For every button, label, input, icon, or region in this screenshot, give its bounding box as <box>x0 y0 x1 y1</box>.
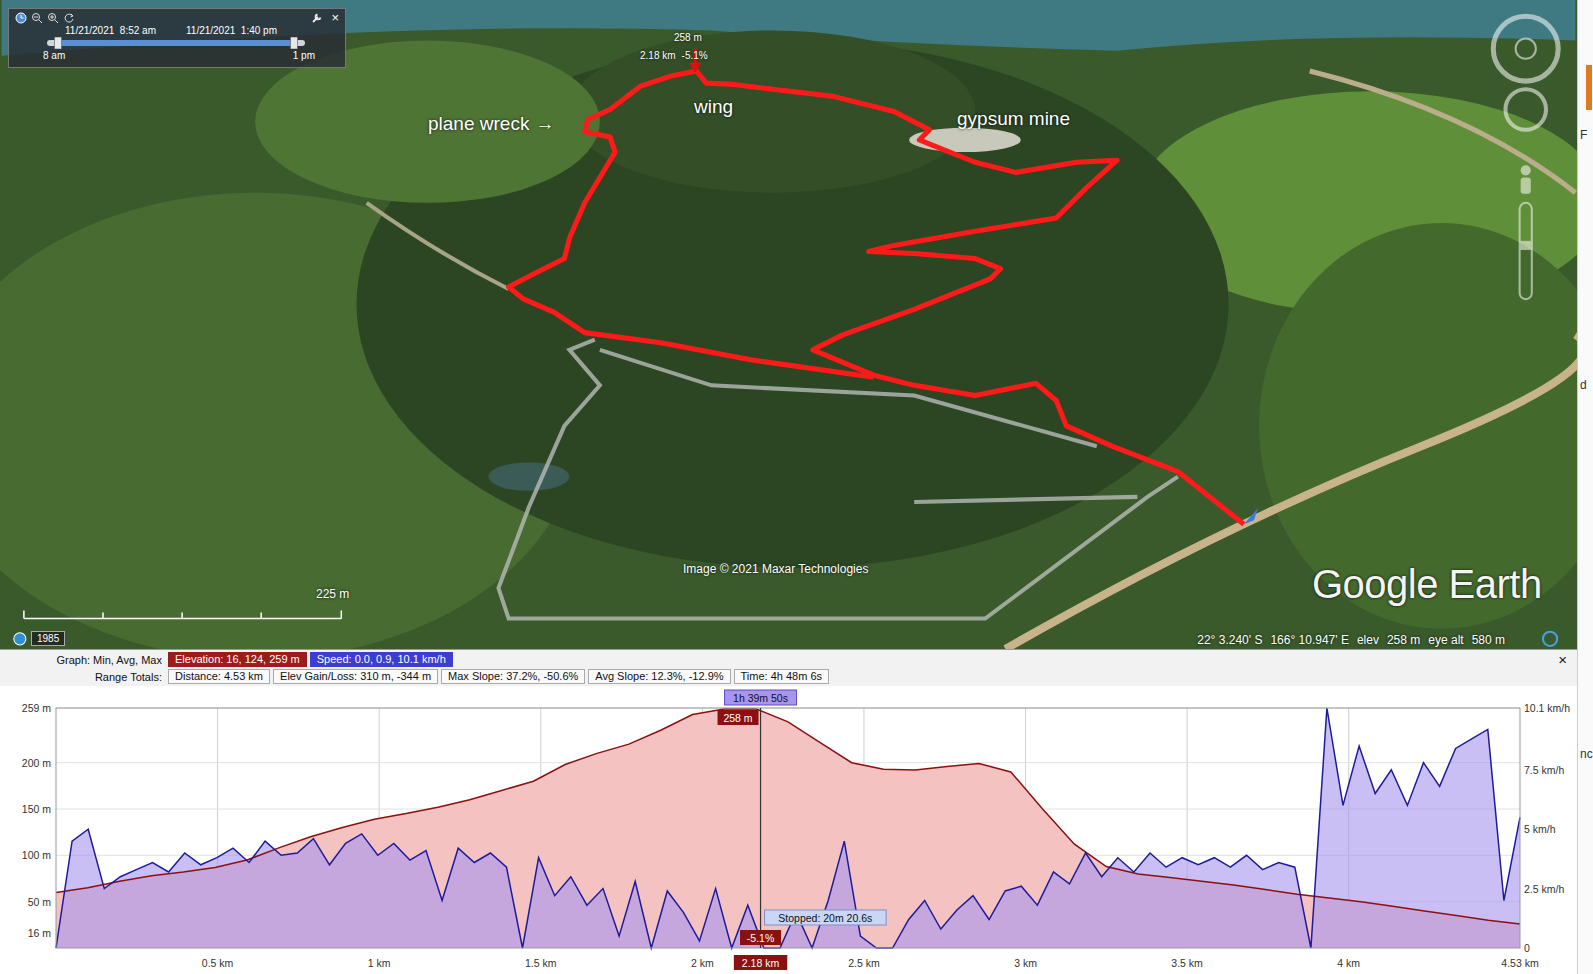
status-item: 258 m <box>1387 633 1420 647</box>
refresh-icon[interactable] <box>63 12 75 24</box>
history-globe-icon[interactable] <box>14 633 26 645</box>
distance-tick: 2.5 km <box>848 957 880 969</box>
status-bar: 22° 3.240' S 166° 10.947' E elev 258 m eye a… <box>1197 633 1505 647</box>
gps-track[interactable] <box>509 71 1244 524</box>
graph-summary-label: Graph: Min, Avg, Max <box>0 654 165 666</box>
speed-tick: 2.5 km/h <box>1524 882 1564 894</box>
google-earth-window: × 11/21/2021 8:52 am 11/21/2021 1:40 pm 8 a… <box>0 0 1577 974</box>
time-end: 11/21/2021 1:40 pm <box>186 25 277 36</box>
background-window-edge: Fd nc <box>1577 0 1593 974</box>
elevation-tick: 50 m <box>28 895 52 907</box>
svg-text:1h 39m 50s: 1h 39m 50s <box>733 691 788 703</box>
scale-bar <box>24 610 341 618</box>
graph-close-button[interactable]: × <box>1554 653 1571 666</box>
annotation-label: plane wreck→ <box>428 113 554 135</box>
start-handle[interactable] <box>55 37 62 49</box>
svg-text:Stopped: 20m 20.6s: Stopped: 20m 20.6s <box>778 911 872 923</box>
cut-off-text: d <box>1578 378 1587 392</box>
time-min-label: 8 am <box>43 50 65 61</box>
cut-off-text: nc <box>1578 747 1593 761</box>
street-view-icon[interactable] <box>1521 165 1531 193</box>
distance-tick: 1 km <box>368 957 391 969</box>
scale-label: 225 m <box>316 587 349 601</box>
distance-tick: 1.5 km <box>525 957 557 969</box>
satellite-terrain <box>0 0 1577 649</box>
track-start-flag-icon <box>1244 508 1258 524</box>
speed-area <box>56 708 1520 948</box>
speed-line <box>56 708 1520 948</box>
compass-icon[interactable] <box>1543 632 1557 646</box>
speed-tick: 5 km/h <box>1524 823 1556 835</box>
chart-cursor[interactable]: 1h 39m 50s 258 m Stopped: 20m 20.6s -5.1% 2.… <box>718 690 887 970</box>
elevation-profile-panel: Graph: Min, Avg, MaxElevation: 16, 124, … <box>0 649 1577 974</box>
annotation-label: wing <box>694 96 739 118</box>
speed-tick: 7.5 km/h <box>1524 764 1564 776</box>
annotation-label: gypsum mine <box>957 108 1076 130</box>
elevation-tick: 150 m <box>22 803 51 815</box>
distance-tick: 4.53 km <box>1501 957 1539 969</box>
elevation-speed-chart[interactable]: 259 m 200 m 150 m 100 m 50 m 16 m 10.1 km/h 7.5… <box>0 686 1577 974</box>
look-control-icon[interactable] <box>1493 16 1558 81</box>
graph-header: Graph: Min, Avg, MaxElevation: 16, 124, … <box>0 650 1577 686</box>
distance-tick: 0.5 km <box>202 957 234 969</box>
range-total: Max Slope: 37.2%, -50.6% <box>441 669 585 684</box>
clock-icon[interactable] <box>15 12 27 24</box>
screen: × 11/21/2021 8:52 am 11/21/2021 1:40 pm 8 a… <box>0 0 1593 974</box>
svg-text:-5.1%: -5.1% <box>747 931 774 943</box>
speed-tick: 0 <box>1524 942 1530 954</box>
elevation-area <box>56 709 1520 948</box>
cut-off-text: F <box>1578 128 1587 142</box>
svg-text:258 m: 258 m <box>723 711 752 723</box>
series-summary[interactable]: Elevation: 16, 124, 259 m <box>168 652 307 667</box>
zoom-slider-icon[interactable] <box>1520 203 1532 299</box>
svg-text:2.18 km: 2.18 km <box>742 956 780 968</box>
zoom-in-icon[interactable] <box>47 12 59 24</box>
wrench-icon[interactable] <box>311 12 323 24</box>
time-max-label: 1 pm <box>293 50 315 61</box>
time-slider-close[interactable]: × <box>331 12 339 24</box>
range-total: Distance: 4.53 km <box>168 669 270 684</box>
imagery-attribution: Image © 2021 Maxar Technologies <box>683 562 868 576</box>
range-totals-label: Range Totals: <box>0 671 165 683</box>
range-total: Avg Slope: 12.3%, -12.9% <box>588 669 730 684</box>
status-item: 580 m <box>1472 633 1505 647</box>
status-item: elev <box>1357 633 1379 647</box>
status-item: eye alt <box>1428 633 1463 647</box>
time-slider[interactable]: × 11/21/2021 8:52 am 11/21/2021 1:40 pm 8 a… <box>8 8 346 68</box>
range-total: Elev Gain/Loss: 310 m, -344 m <box>273 669 438 684</box>
google-earth-logo: Google Earth <box>1312 562 1542 607</box>
distance-tick: 4 km <box>1337 957 1360 969</box>
elevation-tick: 16 m <box>28 927 52 939</box>
distance-tick: 3 km <box>1014 957 1037 969</box>
elevation-tick: 259 m <box>22 702 51 714</box>
zoom-out-icon[interactable] <box>31 12 43 24</box>
time-range-track[interactable] <box>43 37 309 49</box>
series-summary[interactable]: Speed: 0.0, 0.9, 10.1 km/h <box>310 652 453 667</box>
cursor-elevation-label: 258 m <box>674 32 702 43</box>
distance-tick: 2 km <box>691 957 714 969</box>
time-start: 11/21/2021 8:52 am <box>65 25 156 36</box>
elevation-tick: 100 m <box>22 849 51 861</box>
distance-tick: 3.5 km <box>1171 957 1203 969</box>
imagery-year-badge[interactable]: 1985 <box>31 631 65 646</box>
end-handle[interactable] <box>291 37 298 49</box>
status-item: 166° 10.947' E <box>1270 633 1349 647</box>
status-item: 22° 3.240' S <box>1197 633 1262 647</box>
range-total: Time: 4h 48m 6s <box>734 669 830 684</box>
map-view[interactable]: × 11/21/2021 8:52 am 11/21/2021 1:40 pm 8 a… <box>0 0 1577 649</box>
cursor-distance-label: 2.18 km-5.1% <box>640 50 708 61</box>
speed-tick: 10.1 km/h <box>1524 702 1570 714</box>
elevation-tick: 200 m <box>22 756 51 768</box>
move-control-icon[interactable] <box>1505 89 1546 130</box>
